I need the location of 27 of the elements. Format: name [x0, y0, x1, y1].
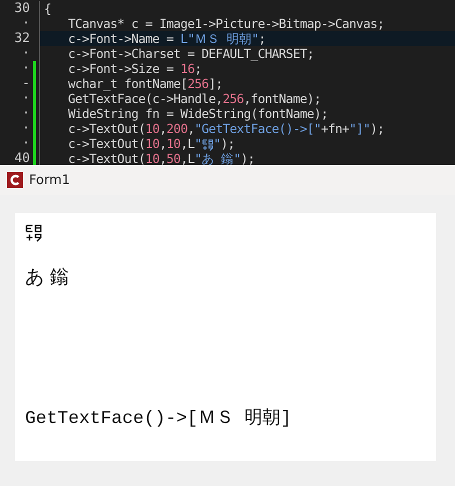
line-number: 32	[13, 31, 31, 46]
code-line: wchar_t fontName[256];	[67, 76, 224, 91]
line-number: ·	[21, 16, 31, 31]
code-line: {	[43, 1, 52, 16]
line-number: ·	[21, 136, 31, 151]
code-line: TCanvas* c = Image1->Picture->Bitmap->Canvas;	[67, 16, 386, 31]
code-line: WideString fn = WideString(fontName);	[67, 106, 329, 121]
line-number: ·	[21, 91, 31, 106]
line-number: 40	[13, 151, 31, 165]
canvas-text: GetTextFace()->[ＭＳ 明朝]	[25, 407, 292, 431]
canvas-text: あ 鎓	[25, 265, 70, 289]
code-line: c->TextOut(10,50,L"あ 鎓");	[67, 151, 256, 165]
code-line: c->Font->Charset = DEFAULT_CHARSET;	[67, 46, 315, 61]
code-line: c->Font->Size = 16;	[67, 61, 203, 76]
code-line: c->TextOut(10,200,"GetTextFace()->["+fn+"]");	[67, 121, 386, 136]
app-icon	[7, 172, 23, 188]
code-line: c->TextOut(10,10,L" ");	[67, 136, 236, 151]
line-number: ·	[21, 121, 31, 136]
window-title: Form1	[29, 172, 70, 188]
missing-glyph-icon	[202, 138, 214, 151]
missing-glyph-icon	[25, 224, 43, 242]
line-number: ·	[21, 46, 31, 61]
line-number: -	[21, 76, 31, 91]
line-number: ·	[21, 106, 31, 121]
code-line: GetTextFace(c->Handle,256,fontName);	[67, 91, 322, 106]
line-number: ·	[21, 61, 31, 76]
line-number: 30	[13, 1, 31, 16]
